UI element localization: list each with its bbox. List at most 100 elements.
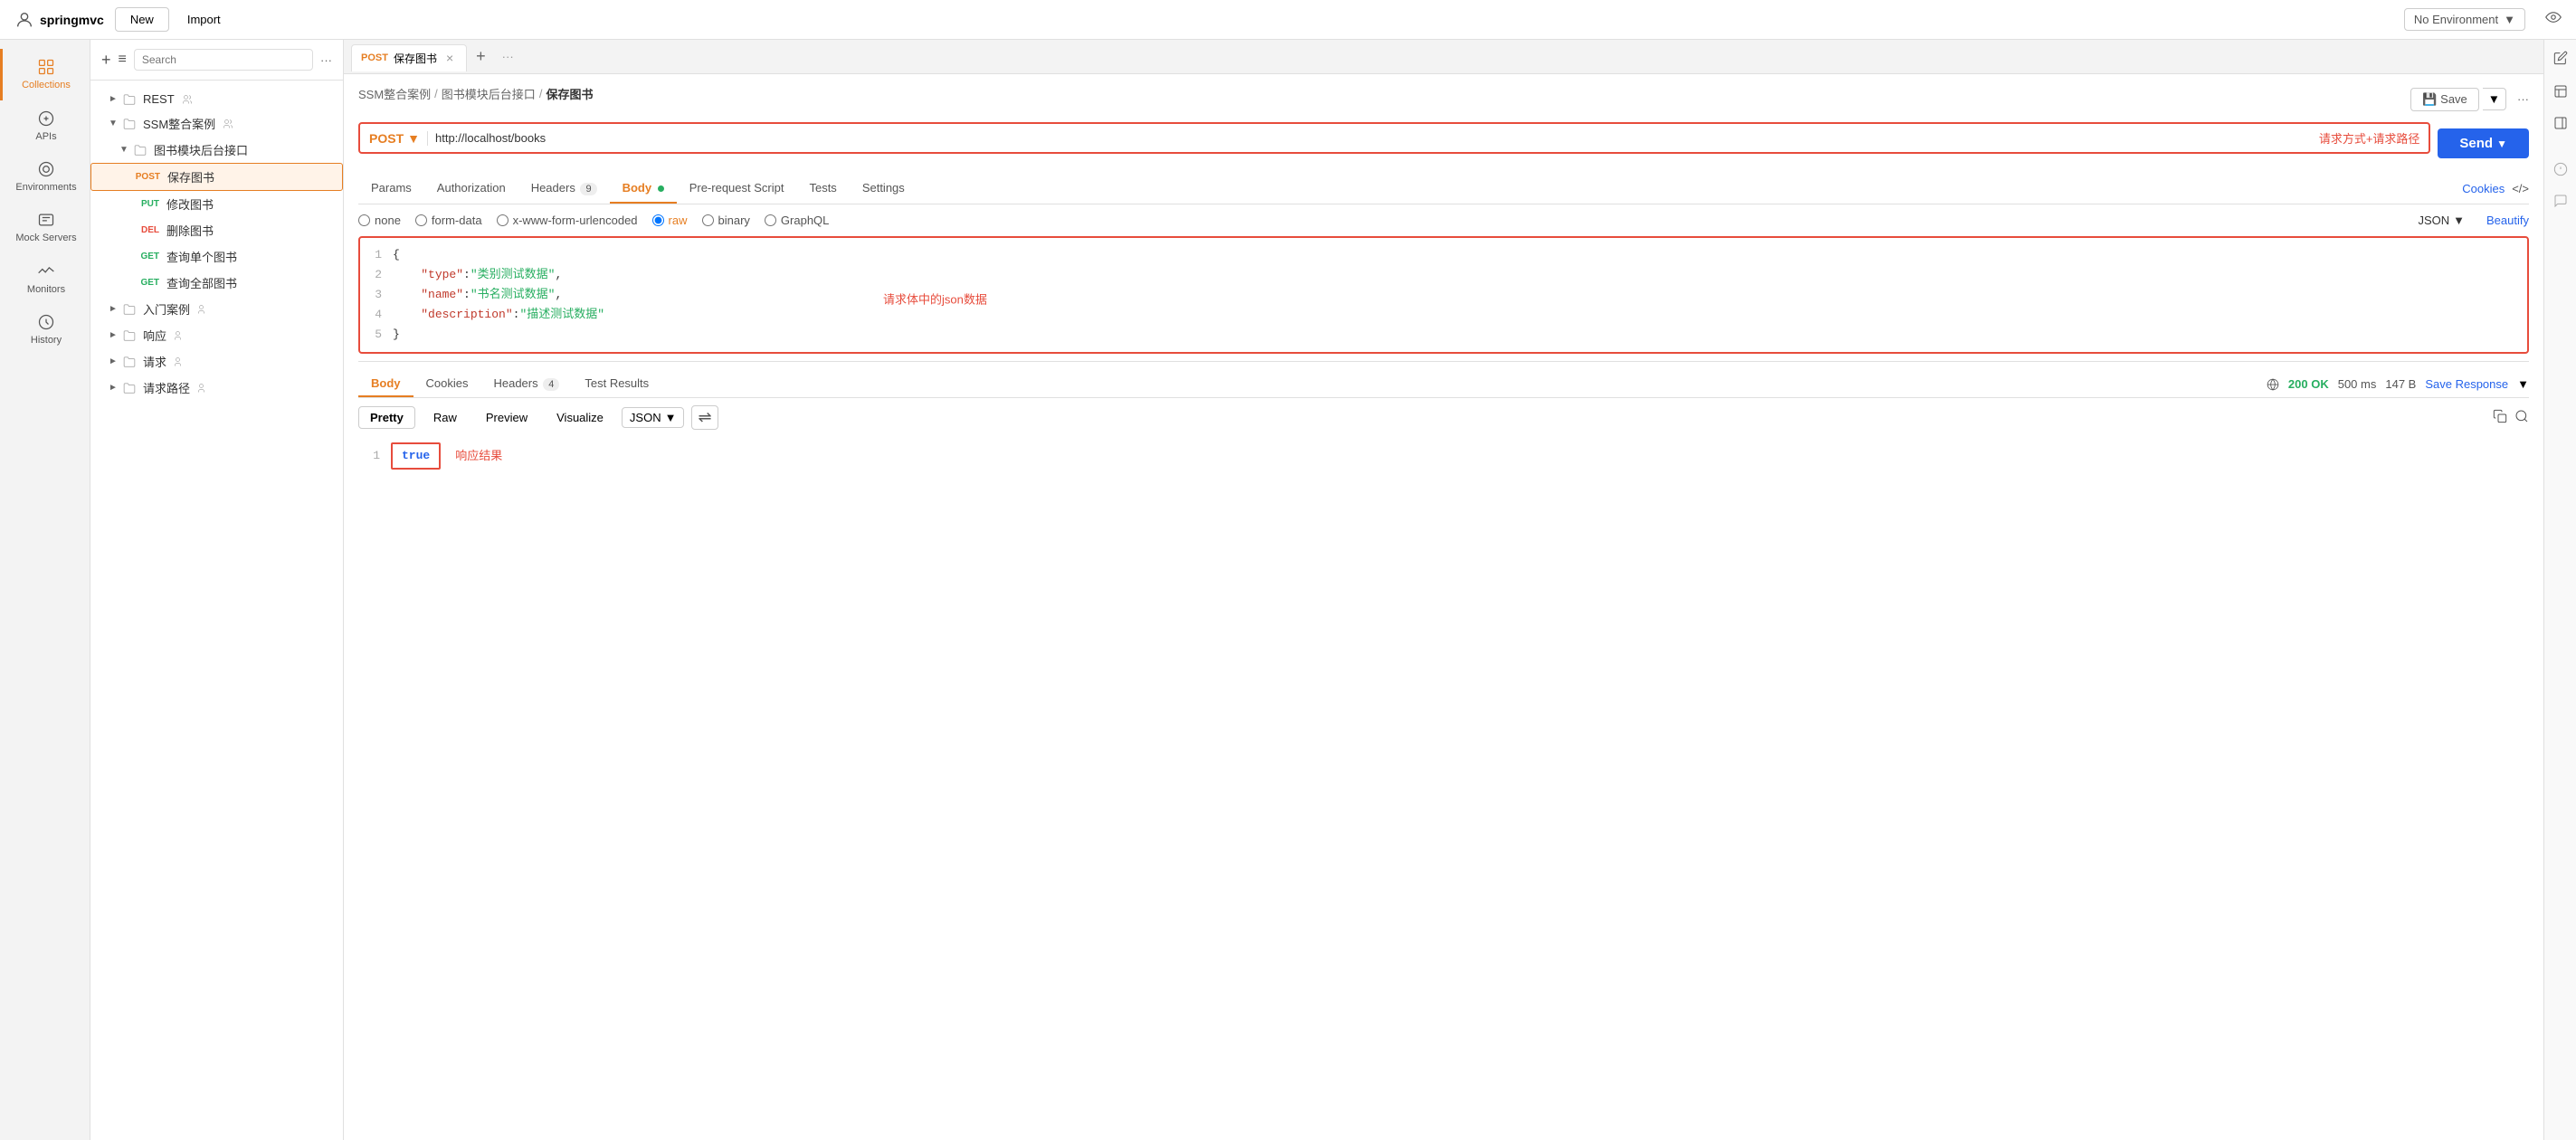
body-type-row: none form-data x-www-form-urlencoded raw [358, 214, 2529, 227]
resp-format-pretty[interactable]: Pretty [358, 406, 415, 429]
beautify-button[interactable]: Beautify [2486, 214, 2529, 227]
method-badge-post: POST [131, 172, 160, 182]
resp-format-visualize[interactable]: Visualize [546, 407, 614, 428]
tree-item-request[interactable]: ► 请求 [90, 348, 343, 375]
subfolder-icon [134, 144, 147, 157]
tree-item-request-path[interactable]: ► 请求路径 [90, 375, 343, 401]
radio-binary[interactable]: binary [702, 214, 750, 227]
import-button[interactable]: Import [180, 8, 228, 31]
info-icon[interactable] [2553, 162, 2568, 179]
request-tab-right: Cookies </> [2462, 182, 2529, 195]
tab-add-button[interactable]: + [469, 47, 493, 66]
tab-headers[interactable]: Headers 9 [518, 174, 610, 204]
radio-graphql[interactable]: GraphQL [765, 214, 829, 227]
url-input[interactable] [435, 131, 2297, 145]
eye-icon[interactable] [2545, 9, 2562, 30]
resp-tab-headers[interactable]: Headers 4 [480, 371, 572, 397]
response-format-row: Pretty Raw Preview Visualize JSON ▼ ⇌ [358, 405, 2529, 430]
user-icon [14, 10, 34, 30]
resp-json-format-selector[interactable]: JSON ▼ [622, 407, 685, 428]
response-body: 1 true 响应结果 [358, 437, 2529, 475]
edit-request-icon[interactable] [2553, 51, 2568, 70]
filter-button[interactable]: ≡ [119, 52, 127, 68]
radio-form-data[interactable]: form-data [415, 214, 482, 227]
resp-tab-test-results[interactable]: Test Results [572, 371, 661, 397]
sidebar-item-mock-servers[interactable]: Mock Servers [0, 202, 90, 253]
more-options-button[interactable]: ··· [320, 53, 332, 67]
send-label: Send [2459, 136, 2493, 151]
tree-item-delete-book[interactable]: DEL 删除图书 [90, 217, 343, 243]
radio-none[interactable]: none [358, 214, 401, 227]
tab-close-button[interactable]: × [446, 51, 453, 65]
right-side-panel [2543, 40, 2576, 1140]
wrap-button[interactable]: ⇌ [691, 405, 718, 430]
sidebar-item-history[interactable]: History [0, 304, 90, 355]
method-selector[interactable]: POST ▼ [369, 131, 428, 146]
save-button[interactable]: 💾 Save [2410, 88, 2479, 111]
tree-item-books-folder[interactable]: ▼ 图书模块后台接口 [90, 137, 343, 163]
breadcrumb-row: SSM整合案例 / 图书模块后台接口 / 保存图书 💾 Save ▼ ··· [358, 85, 2529, 113]
copy-response-button[interactable] [2493, 409, 2507, 426]
search-response-button[interactable] [2514, 409, 2529, 426]
json-format-selector[interactable]: JSON ▼ [2418, 214, 2465, 227]
environment-selector[interactable]: No Environment ▼ [2404, 8, 2525, 31]
sidebar-item-collections[interactable]: Collections [0, 49, 90, 100]
resp-tab-cookies[interactable]: Cookies [413, 371, 481, 397]
save-response-button[interactable]: Save Response [2425, 377, 2508, 391]
sidebar-item-environments[interactable]: Environments [0, 151, 90, 202]
search-input[interactable] [134, 49, 313, 71]
code-link[interactable]: </> [2512, 182, 2529, 195]
comments-icon[interactable] [2553, 194, 2568, 211]
method-badge-put: PUT [130, 199, 159, 209]
method-label: POST [369, 131, 404, 146]
tab-more-button[interactable]: ··· [495, 50, 521, 63]
tree-item-get-all-books[interactable]: GET 查询全部图书 [90, 270, 343, 296]
tree-item-rest[interactable]: ► REST [90, 88, 343, 110]
tab-body[interactable]: Body [610, 174, 677, 204]
cookies-link[interactable]: Cookies [2462, 182, 2505, 195]
resp-format-preview[interactable]: Preview [475, 407, 538, 428]
send-button[interactable]: Send ▼ [2438, 128, 2529, 158]
tab-params[interactable]: Params [358, 174, 424, 204]
tree-item-response[interactable]: ► 响应 [90, 322, 343, 348]
request-tab-save-book[interactable]: POST 保存图书 × [351, 44, 467, 71]
workspace-name: springmvc [40, 13, 104, 27]
pencil-icon [2553, 51, 2568, 65]
panel-icon[interactable] [2553, 116, 2568, 133]
save-dropdown-button[interactable]: ▼ [2483, 88, 2506, 110]
add-collection-button[interactable]: + [101, 51, 111, 70]
method-badge-get: GET [130, 252, 159, 261]
arrow-icon: ► [109, 94, 119, 104]
radio-urlencoded[interactable]: x-www-form-urlencoded [497, 214, 638, 227]
user-menu[interactable]: springmvc [14, 10, 104, 30]
code-line-5: 5 } [360, 325, 2527, 345]
resp-format-raw[interactable]: Raw [423, 407, 468, 428]
tree-item-ssm[interactable]: ▼ SSM整合案例 [90, 110, 343, 137]
layout-icon[interactable] [2553, 84, 2568, 101]
more-options-request[interactable]: ··· [2517, 92, 2529, 106]
code-line-4: 4 "description":"描述测试数据" [360, 305, 2527, 325]
tree-item-intro[interactable]: ► 入门案例 [90, 296, 343, 322]
radio-raw[interactable]: raw [652, 214, 688, 227]
tab-authorization[interactable]: Authorization [424, 174, 518, 204]
tree-item-get-book[interactable]: GET 查询单个图书 [90, 243, 343, 270]
resp-tab-body[interactable]: Body [358, 371, 413, 397]
tree-item-edit-book[interactable]: PUT 修改图书 [90, 191, 343, 217]
sidebar-item-monitors[interactable]: Monitors [0, 253, 90, 304]
folder-icon [123, 382, 136, 394]
code-line-3: 3 "name":"书名测试数据", [360, 285, 2527, 305]
sidebar: Collections APIs Environments Mock Serve… [0, 40, 90, 1140]
search-icon [2514, 409, 2529, 423]
main-content: POST 保存图书 × + ··· SSM整合案例 / 图书模块后台接口 / 保… [344, 40, 2543, 1140]
collections-panel: + ≡ ··· ► REST ▼ SSM整合案例 [90, 40, 344, 1140]
new-button[interactable]: New [115, 7, 169, 32]
tab-tests[interactable]: Tests [796, 174, 849, 204]
body-active-dot [658, 185, 664, 192]
tab-settings[interactable]: Settings [850, 174, 917, 204]
tab-pre-request[interactable]: Pre-request Script [677, 174, 797, 204]
people-icon [182, 94, 193, 105]
tree-item-save-book[interactable]: POST 保存图书 [90, 163, 343, 191]
code-editor[interactable]: 1 { 2 "type":"类别测试数据", 3 "name":"书名测试数据"… [358, 236, 2529, 354]
sidebar-item-apis[interactable]: APIs [0, 100, 90, 151]
people-icon [174, 356, 185, 367]
